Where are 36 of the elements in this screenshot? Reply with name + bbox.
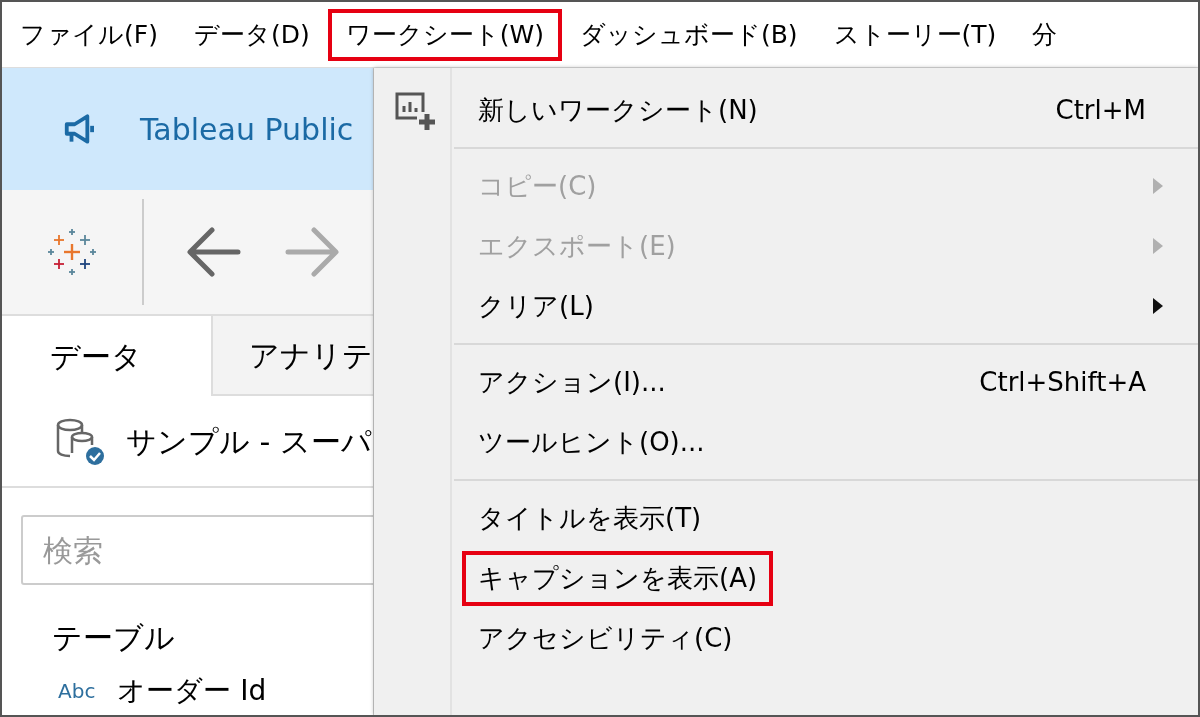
submenu-arrow-icon: [1152, 237, 1164, 255]
menu-entry-label: エクスポート(E): [477, 229, 677, 263]
shortcut-label: Ctrl+Shift+A: [979, 365, 1146, 399]
menu-entry-label: ツールヒント(O)...: [477, 425, 706, 459]
field-name[interactable]: オーダー Id: [117, 670, 267, 712]
menu-entry[interactable]: ツールヒント(O)...: [374, 412, 1198, 472]
menu-entry-label: キャプションを表示(A): [462, 550, 774, 606]
menu-item[interactable]: ダッシュボード(B): [561, 8, 816, 61]
panel-tab[interactable]: アナリテ: [211, 316, 373, 396]
menu-item[interactable]: 分: [1014, 8, 1076, 61]
logo-icon[interactable]: [46, 226, 98, 278]
submenu-arrow-icon: [1152, 177, 1164, 195]
menu-entry[interactable]: キャプションを表示(A): [374, 548, 1198, 608]
menu-item[interactable]: データ(D): [175, 8, 328, 61]
menu-entry-label: アクセシビリティ(C): [477, 621, 734, 655]
menu-entry-label: クリア(L): [477, 289, 595, 323]
menu-entry[interactable]: クリア(L): [374, 276, 1198, 336]
menu-entry-label: コピー(C): [477, 169, 598, 203]
submenu-arrow-icon: [1152, 297, 1164, 315]
menu-entry-label: 新しいワークシート(N): [477, 93, 759, 127]
menu-entry-label: アクション(I)...: [477, 365, 667, 399]
menu-entry-label: タイトルを表示(T): [477, 501, 703, 535]
menu-entry[interactable]: アクション(I)... Ctrl+Shift+A: [374, 352, 1198, 412]
menu-item[interactable]: ワークシート(W): [327, 8, 562, 61]
menu-item[interactable]: ファイル(F): [2, 8, 176, 61]
back-arrow-icon[interactable]: [186, 226, 242, 278]
banner-text[interactable]: Tableau Public: [140, 106, 354, 152]
menu-item[interactable]: ストーリー(T): [815, 8, 1015, 61]
shortcut-label: Ctrl+M: [1055, 93, 1146, 127]
menu-entry[interactable]: アクセシビリティ(C): [374, 608, 1198, 668]
data-source-name[interactable]: サンプル - スーパ: [126, 418, 372, 464]
field-type-label: Abc: [58, 678, 96, 705]
section-heading: テーブル: [52, 620, 175, 655]
search-field[interactable]: 検索: [21, 515, 373, 585]
menu-entry[interactable]: タイトルを表示(T): [374, 488, 1198, 548]
menu-entry[interactable]: 新しいワークシート(N) Ctrl+M: [374, 80, 1198, 140]
